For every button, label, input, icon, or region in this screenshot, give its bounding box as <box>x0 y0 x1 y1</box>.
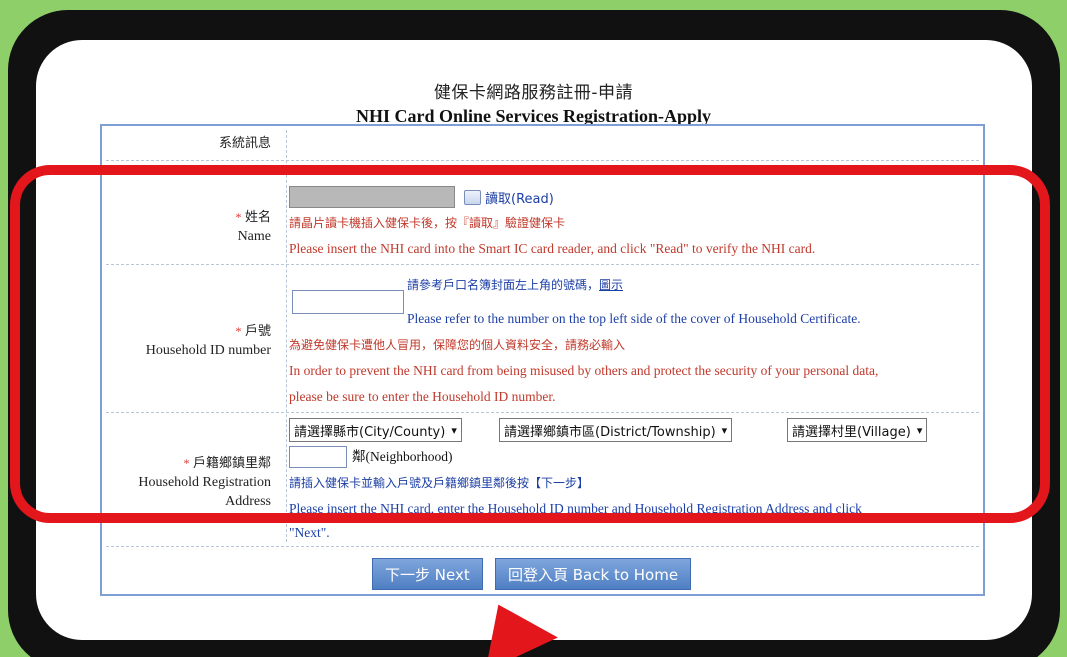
column-divider <box>286 130 287 542</box>
village-select[interactable]: 請選擇村里(Village) ▾ <box>787 418 928 442</box>
address-hint-en-2: "Next". <box>289 525 330 540</box>
row-divider <box>106 160 979 161</box>
name-hint-zh: 請晶片讀卡機插入健保卡後，按『讀取』驗證健保卡 <box>289 216 566 230</box>
row-divider <box>106 546 979 547</box>
address-label: * 戶籍鄉鎮里鄰 Household Registration Address <box>138 456 271 509</box>
city-select[interactable]: 請選擇縣市(City/County) ▾ <box>289 418 462 442</box>
name-hint-en: Please insert the NHI card into the Smar… <box>289 241 816 256</box>
household-hint-zh: 請參考戶口名簿封面左上角的號碼，圖示 <box>407 278 624 292</box>
household-hint-en: Please refer to the number on the top le… <box>407 311 861 326</box>
household-warning-en-2: please be sure to enter the Household ID… <box>289 389 556 404</box>
address-hint-zh: 請插入健保卡並輸入戶號及戶籍鄉鎮里鄰後按【下一步】 <box>289 476 590 490</box>
household-label: * 戶號 Household ID number <box>145 324 271 358</box>
page-title-zh: 健保卡網路服務註冊-申請 <box>433 83 634 103</box>
registration-form: 系統訊息 * 姓名 Name 讀取(Read) 請晶片讀卡機插入健保卡後，按『讀… <box>100 124 985 596</box>
district-select[interactable]: 請選擇鄉鎮市區(District/Township) ▾ <box>499 418 733 442</box>
example-link[interactable]: 圖示 <box>599 278 623 292</box>
card-reader-icon <box>464 190 481 205</box>
neighborhood-label: 鄰(Neighborhood) <box>352 449 453 464</box>
back-to-home-button[interactable]: 回登入頁 Back to Home <box>495 558 692 590</box>
household-warning-en-1: In order to prevent the NHI card from be… <box>289 363 879 378</box>
chevron-down-icon: ▾ <box>721 423 728 437</box>
household-warning-zh: 為避免健保卡遭他人冒用，保障您的個人資料安全，請務必輸入 <box>289 338 626 352</box>
neighborhood-field[interactable] <box>289 446 347 468</box>
next-button[interactable]: 下一步 Next <box>372 558 483 590</box>
row-divider <box>106 264 979 265</box>
chevron-down-icon: ▾ <box>916 423 923 437</box>
name-label: * 姓名 Name <box>235 210 271 244</box>
household-id-field[interactable] <box>292 290 404 314</box>
page-header: 健保卡網路服務註冊-申請 NHI Card Online Services Re… <box>0 78 1067 127</box>
read-button[interactable]: 讀取(Read) <box>464 188 554 207</box>
name-field[interactable] <box>289 186 455 208</box>
chevron-down-icon: ▾ <box>451 423 457 437</box>
system-message-label: 系統訊息 <box>218 136 271 151</box>
row-divider <box>106 412 979 413</box>
address-hint-en-1: Please insert the NHI card, enter the Ho… <box>289 501 862 516</box>
